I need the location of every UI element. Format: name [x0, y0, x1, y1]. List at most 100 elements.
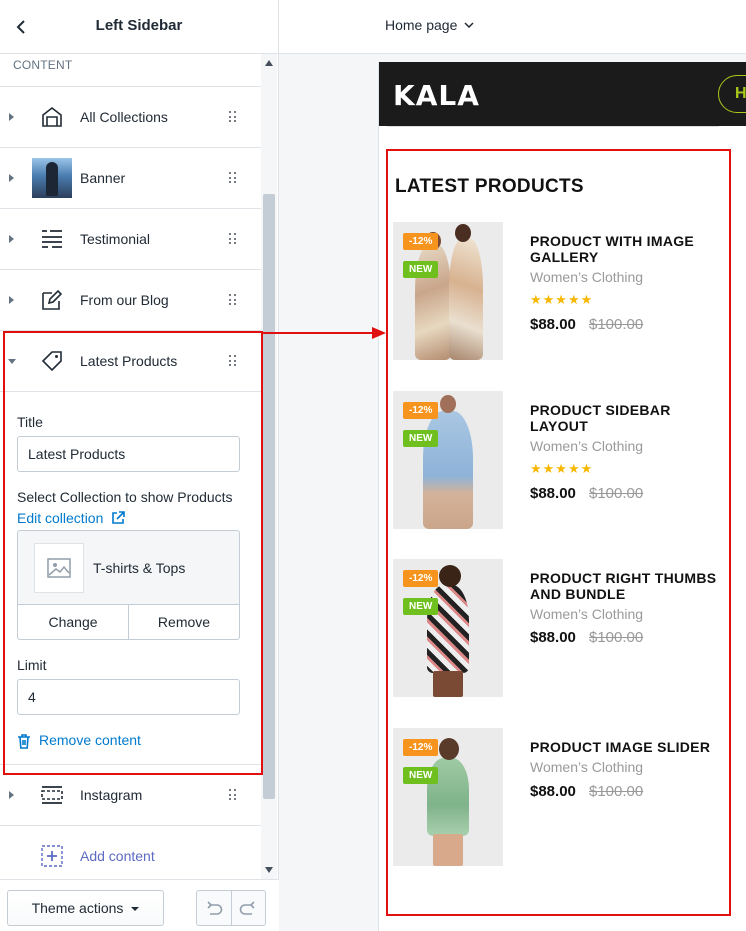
page-selector[interactable]: Home page — [385, 17, 474, 33]
product-price: $88.00 — [530, 629, 576, 646]
drag-handle-icon[interactable] — [229, 172, 237, 184]
store-header: KALA H — [379, 62, 746, 126]
scroll-down-icon[interactable] — [265, 867, 273, 873]
product-price: $88.00 — [530, 316, 576, 333]
storefront-preview: KALA H LATEST PRODUCTS -12% NEW PRODUCT … — [378, 62, 746, 931]
product-card[interactable]: -12% NEW PRODUCT RIGHT THUMBS AND BUNDLE… — [393, 559, 723, 699]
product-name[interactable]: PRODUCT WITH IMAGE GALLERY — [530, 233, 720, 265]
product-image[interactable]: -12% NEW — [393, 559, 503, 697]
new-badge: NEW — [403, 261, 439, 278]
new-badge: NEW — [403, 598, 439, 615]
instagram-block-icon — [32, 775, 72, 815]
theme-editor-sidebar: Left Sidebar CONTENT All Collections Ban… — [0, 0, 279, 931]
sidebar-item-from-our-blog[interactable]: From our Blog — [0, 270, 261, 331]
drag-handle-icon[interactable] — [229, 294, 237, 306]
change-collection-button[interactable]: Change — [18, 605, 129, 639]
expand-caret-icon[interactable] — [9, 174, 14, 182]
external-link-icon[interactable] — [111, 511, 126, 525]
product-category: Women’s Clothing — [530, 606, 644, 622]
theme-actions-label: Theme actions — [31, 900, 124, 916]
product-old-price: $100.00 — [589, 316, 644, 333]
collapse-caret-icon[interactable] — [8, 359, 16, 364]
drag-handle-icon[interactable] — [229, 233, 237, 245]
collection-name: T-shirts & Tops — [93, 560, 186, 576]
new-badge: NEW — [403, 767, 439, 784]
sidebar-item-label: Latest Products — [80, 353, 178, 369]
collection-label: Select Collection to show Products — [17, 489, 233, 505]
sidebar-header: Left Sidebar — [0, 0, 278, 54]
latest-products-title: LATEST PRODUCTS — [395, 176, 584, 197]
sidebar-item-all-collections[interactable]: All Collections — [0, 87, 261, 148]
product-name[interactable]: PRODUCT RIGHT THUMBS AND BUNDLE — [530, 570, 720, 602]
rating-stars: ★★★★★ — [530, 461, 594, 476]
drag-handle-icon[interactable] — [229, 111, 237, 123]
product-name[interactable]: PRODUCT IMAGE SLIDER — [530, 739, 720, 755]
sidebar-title: Left Sidebar — [95, 17, 183, 34]
product-card[interactable]: -12% NEW PRODUCT WITH IMAGE GALLERY Wome… — [393, 222, 723, 362]
expand-caret-icon[interactable] — [9, 113, 14, 121]
product-image[interactable]: -12% NEW — [393, 391, 503, 529]
product-card[interactable]: -12% NEW PRODUCT SIDEBAR LAYOUT Women’s … — [393, 391, 723, 531]
sidebar-scrollbar[interactable] — [261, 54, 277, 879]
add-content-label: Add content — [80, 848, 155, 864]
undo-icon — [207, 901, 223, 915]
sale-badge: -12% — [403, 739, 439, 756]
product-card[interactable]: -12% NEW PRODUCT IMAGE SLIDER Women’s Cl… — [393, 728, 723, 868]
scrollbar-thumb[interactable] — [263, 194, 275, 799]
product-old-price: $100.00 — [589, 783, 644, 800]
undo-redo-group — [196, 890, 266, 926]
product-image[interactable]: -12% NEW — [393, 728, 503, 866]
product-old-price: $100.00 — [589, 629, 644, 646]
sidebar-footer: Theme actions — [0, 879, 279, 931]
sidebar-content: CONTENT All Collections Banner Testimoni… — [0, 54, 261, 879]
remove-collection-button[interactable]: Remove — [129, 605, 239, 639]
edit-collection-row: Edit collection — [17, 510, 241, 526]
sidebar-item-label: From our Blog — [80, 292, 169, 308]
sidebar-item-label: Instagram — [80, 787, 143, 803]
add-content-button[interactable]: Add content — [0, 826, 261, 879]
sidebar-item-label: Testimonial — [80, 231, 151, 247]
sidebar-item-label: All Collections — [80, 109, 168, 125]
remove-content-row[interactable]: Remove content — [17, 732, 241, 764]
limit-input[interactable] — [17, 679, 240, 715]
title-label: Title — [17, 414, 43, 430]
remove-content-link[interactable]: Remove content — [39, 732, 141, 748]
product-category: Women’s Clothing — [530, 759, 644, 775]
collections-icon — [32, 97, 72, 137]
product-image[interactable]: -12% NEW — [393, 222, 503, 360]
product-name[interactable]: PRODUCT SIDEBAR LAYOUT — [530, 402, 720, 434]
collection-actions: Change Remove — [18, 604, 239, 639]
testimonial-icon — [32, 219, 72, 259]
redo-icon — [239, 901, 255, 915]
theme-actions-button[interactable]: Theme actions — [7, 890, 164, 926]
sale-badge: -12% — [403, 233, 439, 250]
sidebar-item-banner[interactable]: Banner — [0, 148, 261, 209]
drag-handle-icon[interactable] — [229, 355, 237, 367]
redo-button[interactable] — [232, 891, 266, 925]
latest-products-block: Latest Products Title Select Collection … — [0, 331, 261, 765]
caret-down-icon — [131, 907, 140, 911]
store-logo[interactable]: KALA — [393, 79, 480, 112]
sidebar-item-latest-products[interactable]: Latest Products — [0, 331, 261, 392]
expand-caret-icon[interactable] — [9, 296, 14, 304]
product-price: $88.00 — [530, 783, 576, 800]
edit-collection-link[interactable]: Edit collection — [17, 510, 103, 526]
scroll-up-icon[interactable] — [265, 60, 273, 66]
store-nav-home[interactable]: H — [718, 75, 746, 113]
sidebar-item-testimonial[interactable]: Testimonial — [0, 209, 261, 270]
undo-button[interactable] — [197, 891, 232, 925]
title-input[interactable] — [17, 436, 240, 472]
trash-icon[interactable] — [17, 734, 31, 749]
page-selector-label: Home page — [385, 17, 458, 33]
chevron-down-icon — [464, 22, 474, 28]
limit-label: Limit — [17, 657, 47, 673]
image-placeholder-icon — [34, 543, 84, 593]
expand-caret-icon[interactable] — [9, 791, 14, 799]
new-badge: NEW — [403, 430, 439, 447]
expand-caret-icon[interactable] — [9, 235, 14, 243]
banner-thumbnail — [32, 158, 72, 198]
sidebar-item-instagram[interactable]: Instagram — [0, 765, 261, 826]
add-content-icon — [32, 836, 72, 876]
drag-handle-icon[interactable] — [229, 789, 237, 801]
product-category: Women’s Clothing — [530, 269, 644, 285]
